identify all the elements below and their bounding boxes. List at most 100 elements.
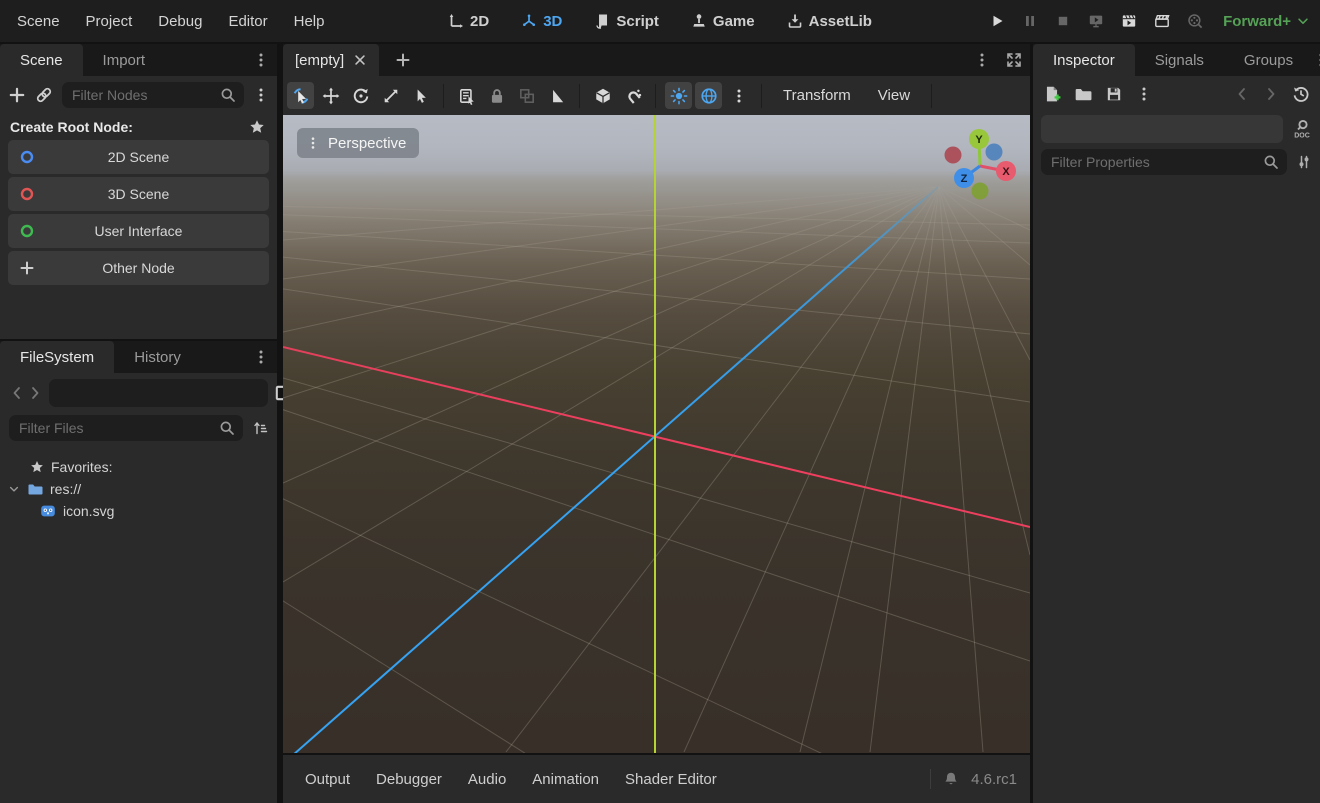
instance-scene-button[interactable] — [35, 86, 53, 104]
menu-debug[interactable]: Debug — [145, 6, 215, 36]
scene-tab-label: [empty] — [295, 52, 344, 69]
mode-script-button[interactable]: Script — [583, 6, 670, 36]
mode-2d-label: 2D — [470, 13, 489, 30]
scene-tabs-menu-dots-icon[interactable] — [974, 52, 990, 68]
open-docs-search-icon[interactable]: DOC — [1292, 119, 1312, 139]
back-chevron-icon[interactable] — [9, 385, 25, 401]
select-tool[interactable] — [407, 82, 434, 109]
save-icon[interactable] — [1105, 85, 1123, 103]
ruler-tool[interactable] — [543, 82, 570, 109]
res-root-item[interactable]: res:// — [0, 478, 277, 500]
filter-files-input[interactable] — [9, 415, 243, 441]
tab-filesystem[interactable]: FileSystem — [0, 341, 114, 373]
group-selected-button[interactable] — [513, 82, 540, 109]
pause-button[interactable] — [1017, 8, 1043, 34]
load-resource-folder-icon[interactable] — [1074, 85, 1092, 103]
3d-viewport[interactable]: Y X Z Perspective — [283, 115, 1030, 753]
lock-icon — [488, 87, 506, 105]
bottom-tab-audio[interactable]: Audio — [455, 764, 519, 794]
film-reel-button[interactable] — [1182, 8, 1208, 34]
bottom-tab-output[interactable]: Output — [292, 764, 363, 794]
play-remote-icon — [1088, 13, 1104, 29]
create-3d-scene-label: 3D Scene — [108, 186, 169, 202]
resource-menu-dots-icon[interactable] — [1136, 86, 1152, 102]
renderer-selector[interactable]: Forward+ — [1223, 13, 1310, 30]
mode-3d-button[interactable]: 3D — [510, 6, 573, 36]
menu-help[interactable]: Help — [281, 6, 338, 36]
play-custom-icon — [1121, 13, 1137, 29]
tab-groups[interactable]: Groups — [1224, 44, 1313, 76]
mode-assetlib-button[interactable]: AssetLib — [776, 6, 883, 36]
edit-history-icon[interactable] — [1292, 85, 1310, 103]
forward-chevron-icon[interactable] — [27, 385, 43, 401]
preview-environment-button[interactable] — [695, 82, 722, 109]
property-tools-icon[interactable] — [1296, 154, 1312, 170]
history-back-chevron-icon[interactable] — [1234, 86, 1250, 102]
lock-selected-button[interactable] — [483, 82, 510, 109]
view-menu[interactable]: View — [866, 87, 922, 104]
transform-menu[interactable]: Transform — [771, 87, 863, 104]
add-scene-tab-button[interactable] — [395, 44, 411, 76]
stop-button[interactable] — [1050, 8, 1076, 34]
tab-signals[interactable]: Signals — [1135, 44, 1224, 76]
menu-editor[interactable]: Editor — [215, 6, 280, 36]
mode-game-label: Game — [713, 13, 755, 30]
chevron-down-icon — [1296, 14, 1310, 28]
filter-properties-input[interactable] — [1041, 149, 1287, 175]
play-button[interactable] — [984, 8, 1010, 34]
filter-nodes-input[interactable] — [62, 82, 244, 108]
tab-history[interactable]: History — [114, 341, 201, 373]
play-custom-scene-button[interactable] — [1116, 8, 1142, 34]
preview-sun-button[interactable] — [665, 82, 692, 109]
dock-menu-dots-icon[interactable] — [253, 349, 269, 365]
add-node-button[interactable] — [8, 86, 26, 104]
projection-selector[interactable]: Perspective — [297, 128, 419, 158]
create-2d-scene-button[interactable]: 2D Scene — [8, 140, 269, 174]
filter-nodes-search — [62, 82, 244, 108]
object-name-field[interactable] — [1041, 115, 1283, 143]
bottom-tab-shader-editor[interactable]: Shader Editor — [612, 764, 730, 794]
mode-2d-button[interactable]: 2D — [437, 6, 500, 36]
history-forward-chevron-icon[interactable] — [1263, 86, 1279, 102]
local-space-button[interactable] — [589, 82, 616, 109]
expand-viewport-icon[interactable] — [1006, 52, 1022, 68]
collapse-chevron-icon[interactable] — [8, 482, 20, 496]
bottom-tab-debugger[interactable]: Debugger — [363, 764, 455, 794]
create-ui-scene-button[interactable]: User Interface — [8, 214, 269, 248]
file-item-icon-svg[interactable]: icon.svg — [0, 500, 277, 522]
tab-inspector[interactable]: Inspector — [1033, 44, 1135, 76]
mode-game-button[interactable]: Game — [680, 6, 766, 36]
tab-import[interactable]: Import — [83, 44, 166, 76]
scene-tree-menu-dots-icon[interactable] — [253, 87, 269, 103]
snap-button[interactable] — [619, 82, 646, 109]
scale-tool[interactable] — [377, 82, 404, 109]
rotate-tool[interactable] — [347, 82, 374, 109]
favorites-star-icon[interactable] — [249, 119, 265, 135]
new-resource-icon[interactable] — [1043, 85, 1061, 103]
sun-env-menu-dots[interactable] — [725, 82, 752, 109]
list-select-tool[interactable] — [453, 82, 480, 109]
move-tool[interactable] — [317, 82, 344, 109]
y-axis-line — [654, 115, 656, 753]
menu-scene[interactable]: Scene — [4, 6, 73, 36]
movie-maker-button[interactable] — [1149, 8, 1175, 34]
path-input[interactable] — [49, 379, 268, 407]
favorites-item[interactable]: Favorites: — [0, 456, 277, 478]
dock-menu-dots-icon[interactable] — [253, 52, 269, 68]
menu-project[interactable]: Project — [73, 6, 146, 36]
dock-menu-dots-icon[interactable] — [1313, 52, 1320, 68]
notification-bell-icon[interactable] — [943, 771, 959, 787]
tab-scene[interactable]: Scene — [0, 44, 83, 76]
close-icon[interactable] — [353, 53, 367, 67]
download-icon — [787, 13, 803, 29]
scene-tab-empty[interactable]: [empty] — [283, 44, 379, 76]
create-3d-scene-button[interactable]: 3D Scene — [8, 177, 269, 211]
bottom-tab-animation[interactable]: Animation — [519, 764, 612, 794]
menu-dots-icon — [306, 136, 320, 150]
view-axes-gizmo[interactable]: Y X Z — [930, 126, 1030, 216]
sort-files-icon[interactable] — [252, 420, 268, 436]
favorites-label: Favorites: — [51, 459, 112, 475]
transform-select-tool[interactable] — [287, 82, 314, 109]
play-remote-button[interactable] — [1083, 8, 1109, 34]
create-other-node-button[interactable]: Other Node — [8, 251, 269, 285]
